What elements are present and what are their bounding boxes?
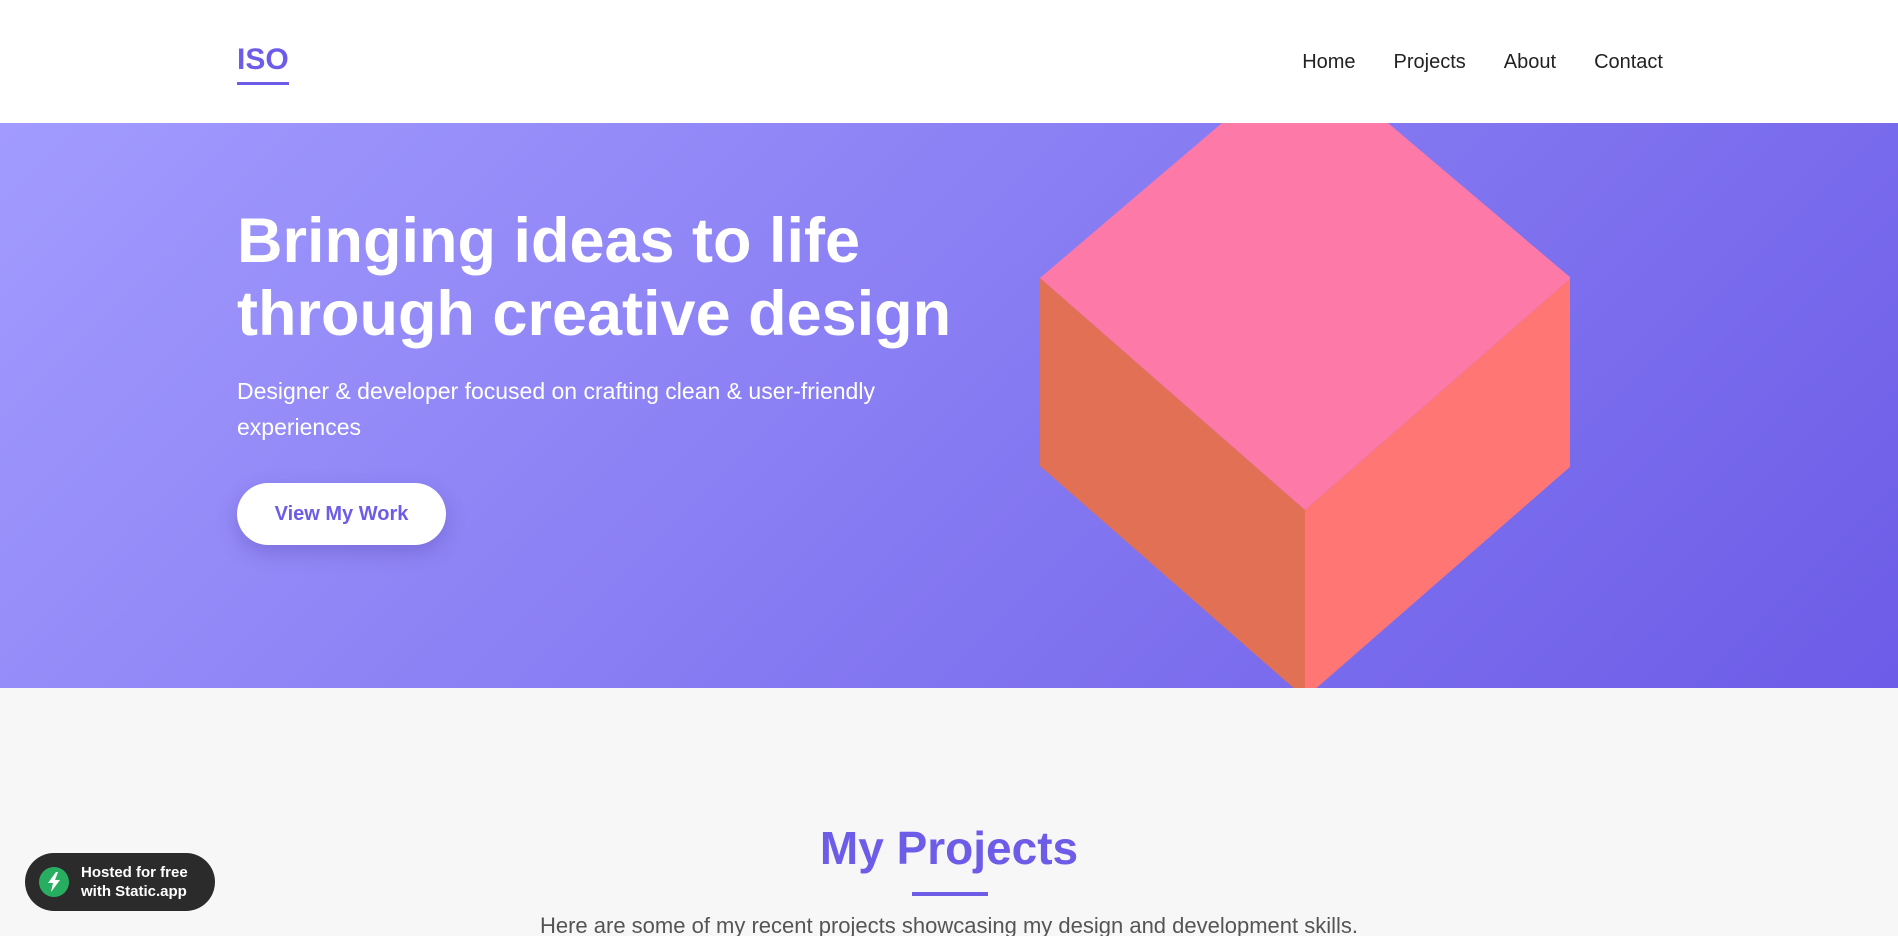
nav-contact-link[interactable]: Contact: [1594, 47, 1663, 77]
lightning-icon: [39, 867, 69, 897]
site-logo[interactable]: ISO: [237, 42, 289, 85]
hero-subtitle: Designer & developer focused on crafting…: [237, 378, 875, 440]
nav-projects-link[interactable]: Projects: [1394, 47, 1466, 77]
projects-heading-underline: [912, 892, 988, 896]
view-my-work-button[interactable]: View My Work: [237, 483, 446, 545]
projects-heading: My Projects: [819, 822, 1079, 874]
main-nav: Home Projects About Contact: [1302, 47, 1663, 77]
badge-line2: with Static.app: [81, 883, 187, 900]
site-header: ISO Home Projects About Contact: [0, 0, 1898, 123]
nav-home-link[interactable]: Home: [1302, 47, 1355, 77]
static-app-badge[interactable]: Hosted for free with Static.app: [25, 853, 215, 911]
hero-title-line1: Bringing ideas to life: [237, 206, 861, 276]
badge-line1: Hosted for free: [81, 864, 188, 881]
hero-section: Bringing ideas to life through creative …: [0, 123, 1898, 688]
projects-subtitle: Here are some of my recent projects show…: [539, 913, 1359, 936]
hero-title: Bringing ideas to life through creative …: [237, 205, 997, 351]
badge-text: Hosted for free with Static.app: [81, 863, 188, 901]
isometric-cube-graphic: [1040, 123, 1570, 688]
nav-about-link[interactable]: About: [1504, 47, 1556, 77]
hero-title-line2: through creative design: [237, 279, 952, 349]
